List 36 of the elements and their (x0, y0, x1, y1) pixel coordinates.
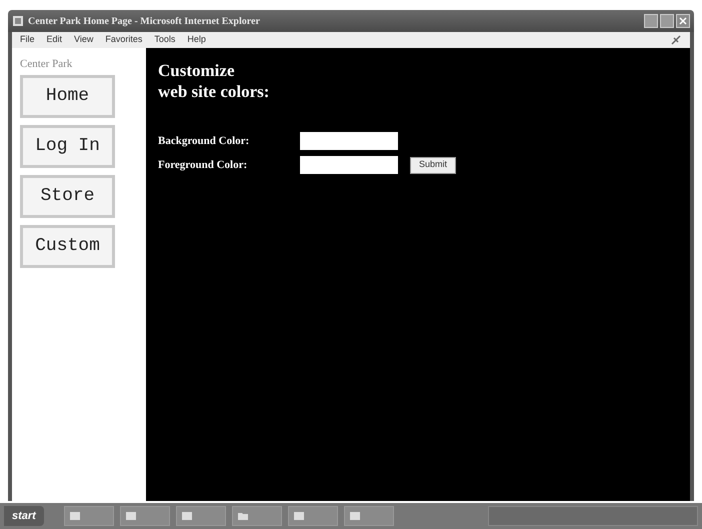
maximize-button[interactable] (660, 14, 674, 28)
taskbar-button[interactable] (64, 506, 114, 526)
color-input[interactable] (300, 132, 398, 150)
close-icon (679, 17, 687, 25)
taskbar-button[interactable] (344, 506, 394, 526)
close-button[interactable] (676, 14, 690, 28)
taskbar-button[interactable] (176, 506, 226, 526)
window-icon (68, 510, 81, 522)
nav-button[interactable]: Log In (20, 124, 115, 168)
browser-icon (12, 15, 24, 27)
menu-item[interactable]: View (74, 33, 94, 47)
folder-icon (236, 510, 249, 522)
menu-item[interactable]: File (20, 33, 35, 47)
window-icon (180, 510, 193, 522)
field-label: Background Color: (158, 134, 250, 149)
nav-button[interactable]: Custom (20, 224, 115, 268)
taskbar-button[interactable] (288, 506, 338, 526)
menu-item[interactable]: Help (187, 33, 206, 47)
window-icon (124, 510, 137, 522)
window-icon (348, 510, 361, 522)
menu-item[interactable]: Tools (154, 33, 176, 47)
field-label: Foreground Color: (158, 158, 248, 173)
submit-button[interactable]: Submit (410, 156, 456, 174)
minimize-button[interactable] (644, 14, 658, 28)
menu-item[interactable]: Favorites (105, 33, 142, 47)
taskbar-button[interactable] (120, 506, 170, 526)
window-icon (292, 510, 305, 522)
nav-button[interactable]: Store (20, 174, 115, 218)
start-button[interactable]: start (4, 506, 44, 526)
site-name: Center Park (20, 57, 74, 72)
color-input[interactable] (300, 156, 398, 174)
nav-button[interactable]: Home (20, 74, 115, 118)
window-title: Center Park Home Page - Microsoft Internet Explorer (28, 14, 260, 28)
taskbar-button[interactable] (232, 506, 282, 526)
page-heading: Customize web site colors: (158, 60, 270, 102)
menu-item[interactable]: Edit (46, 33, 62, 47)
